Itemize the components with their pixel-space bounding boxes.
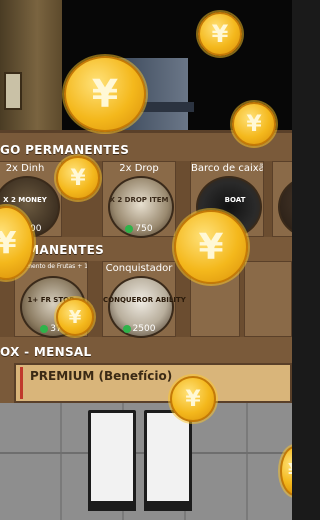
coin-icon: ¥ [56,298,94,336]
gamepass-card-drop[interactable]: 2x Drop X 2 DROP ITEM 750 [102,161,176,238]
robux-icon [40,324,49,333]
coin-icon: ¥ [174,210,248,284]
player-character-legs [88,410,198,511]
coin-icon: ¥ [64,56,146,132]
shop-panel: GO PERMANENTES 2x Dinh X 2 MONEY 1000 2x… [0,130,292,403]
sign-board [4,72,22,110]
gamepass-strip: 2x Dinh X 2 MONEY 1000 2x Drop X 2 DROP … [0,161,292,238]
robux-icon [122,324,131,333]
premium-title: PREMIUM (Benefício) [30,369,173,383]
section-title-box-monthly: OX - MENSAL [0,345,92,359]
conqueror-card[interactable]: Conquistador CONQUEROR ABILITY 2500 [102,261,186,338]
premium-benefit-card[interactable]: PREMIUM (Benefício) [14,363,292,403]
empty-slot [244,261,292,337]
gamepass-card-partial[interactable]: Po [272,161,292,238]
robux-icon [125,224,134,233]
price-tag: 750 [103,224,175,234]
coin-icon: ¥ [198,12,242,56]
coin-icon: ¥ [56,156,100,200]
building-left [0,0,62,140]
coin-icon: ¥ [232,102,276,146]
price-tag: 2500 [103,324,175,334]
game-scene: GO PERMANENTES 2x Dinh X 2 MONEY 1000 2x… [0,0,292,520]
section-title-game-permanent: GO PERMANENTES [0,143,130,157]
fruit-item-strip: enamento de Frutas + 1 1+ FR STOR 37 Con… [0,261,292,338]
coin-icon: ¥ [170,376,216,422]
